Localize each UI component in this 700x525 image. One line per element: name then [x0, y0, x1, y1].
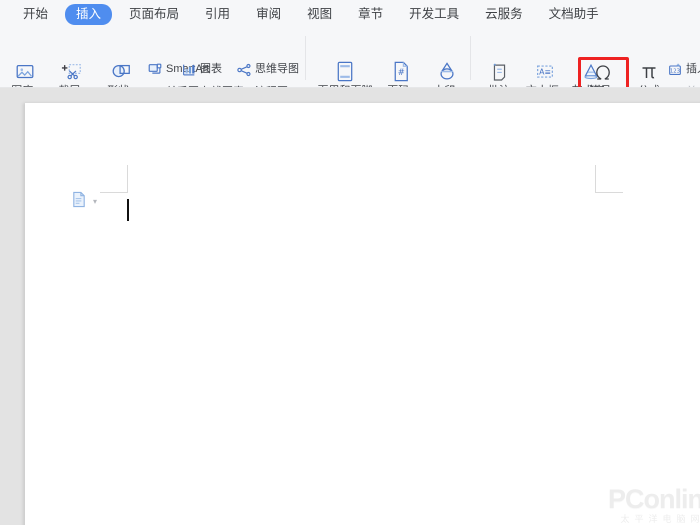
chevron-down-icon[interactable]: ▾ — [93, 197, 97, 206]
mindmap-icon — [235, 61, 252, 78]
ribbon-button-symbol[interactable]: 符号▾ — [580, 58, 626, 87]
document-options-icon — [71, 191, 87, 213]
ribbon-label-chart: 图表 — [200, 63, 222, 75]
page-number-icon: # — [378, 58, 424, 85]
watermark-pconline: PConline 太平洋电脑网 — [608, 486, 700, 525]
margin-mark-top-left — [100, 165, 128, 193]
tab-view[interactable]: 视图 — [298, 4, 341, 25]
ribbon-button-watermark[interactable]: 水印▾ — [424, 58, 470, 87]
tab-references[interactable]: 引用 — [196, 4, 239, 25]
ribbon-label-mindmap: 思维导图 — [255, 63, 299, 75]
ribbon-button-mindmap[interactable]: 思维导图 — [235, 61, 299, 78]
ribbon-button-gallery[interactable]: 图库▾ — [2, 58, 48, 87]
tab-page-layout[interactable]: 页面布局 — [120, 4, 188, 25]
wps-writer-window: 开始 插入 页面布局 引用 审阅 视图 章节 开发工具 云服务 文档助手 图库▾ — [0, 0, 700, 525]
watermark-brand: PConline — [607, 484, 700, 514]
tab-review[interactable]: 审阅 — [247, 4, 290, 25]
svg-text:#: # — [398, 68, 405, 78]
margin-mark-top-right — [595, 165, 623, 193]
tab-cloud[interactable]: 云服务 — [476, 4, 532, 25]
screenshot-scissors-icon — [49, 58, 95, 85]
header-footer-icon — [312, 58, 378, 85]
document-page[interactable]: ▾ PConline 太平洋电脑网 — [25, 103, 700, 525]
svg-text:A≡: A≡ — [539, 67, 551, 76]
ribbon-button-screenshot[interactable]: 截屏▾ — [49, 58, 95, 87]
ribbon-label-insert-number: 插入数 — [686, 63, 700, 75]
tab-sections[interactable]: 章节 — [349, 4, 392, 25]
ribbon-button-chart[interactable]: 图表 — [180, 61, 222, 78]
ribbon-button-text-box[interactable]: A≡ 文本框▾ — [522, 58, 568, 87]
shapes-icon — [98, 58, 144, 85]
document-options-button[interactable]: ▾ — [71, 191, 97, 213]
text-cursor — [127, 199, 129, 221]
ribbon-button-page-number[interactable]: # 页码▾ — [378, 58, 424, 87]
bar-chart-icon — [180, 61, 197, 78]
svg-text:123: 123 — [669, 68, 679, 74]
ribbon-toolbar: 图库▾ 截屏▾ 形状▾ — [0, 28, 700, 88]
text-box-icon: A≡ — [522, 58, 568, 85]
ribbon-tab-bar: 开始 插入 页面布局 引用 审阅 视图 章节 开发工具 云服务 文档助手 — [0, 0, 700, 28]
tab-developer[interactable]: 开发工具 — [400, 4, 468, 25]
ribbon-button-insert-number[interactable]: 123 插入数 — [666, 61, 700, 78]
picture-gallery-icon — [2, 58, 48, 85]
tab-insert[interactable]: 插入 — [65, 3, 113, 25]
watermark-subtitle: 太平洋电脑网 — [620, 514, 700, 524]
tab-start[interactable]: 开始 — [14, 4, 57, 25]
ribbon-button-shapes[interactable]: 形状▾ — [98, 58, 144, 87]
watermark-icon — [424, 58, 470, 85]
omega-symbol-icon — [580, 58, 626, 85]
tab-doc-assistant[interactable]: 文档助手 — [540, 4, 608, 25]
insert-number-icon: 123 — [666, 61, 683, 78]
ribbon-button-header-footer[interactable]: 页眉和页脚 — [312, 58, 378, 87]
comment-icon — [476, 58, 522, 85]
ribbon-button-comment[interactable]: 批注 — [476, 58, 522, 87]
document-canvas[interactable]: ▾ PConline 太平洋电脑网 — [0, 88, 700, 525]
smartart-icon — [146, 61, 163, 78]
